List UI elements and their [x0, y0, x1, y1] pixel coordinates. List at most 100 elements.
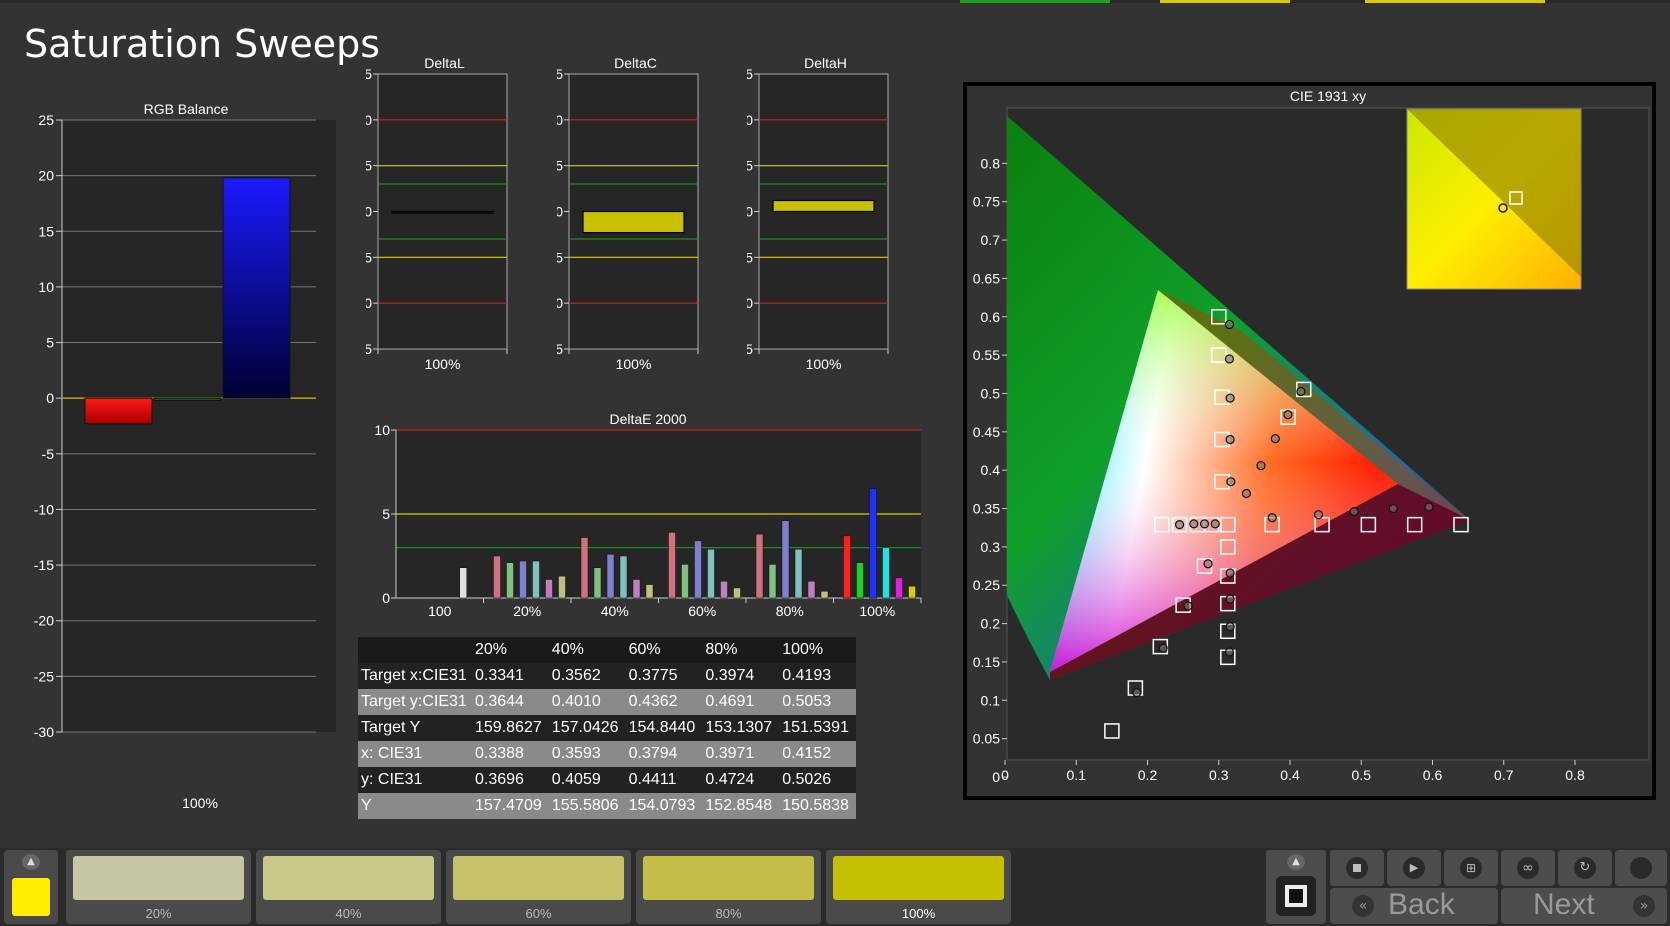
- swatch-label: 40%: [335, 906, 362, 921]
- cie-ytick-label: 0.25: [973, 577, 1000, 593]
- record-panel: ▲: [1266, 850, 1326, 924]
- swatch-button[interactable]: 40%: [256, 850, 441, 924]
- cie-ytick-label: 0.55: [973, 347, 1000, 363]
- cie-ytick-label: 0: [992, 769, 1000, 785]
- back-label: Back: [1388, 888, 1455, 921]
- measure-button[interactable]: ⊞: [1444, 850, 1498, 886]
- deltae-bar: [908, 585, 916, 599]
- delta-tick-label: -10: [366, 295, 372, 311]
- cie-measured-point: [1296, 386, 1306, 397]
- swatch-label: 20%: [145, 906, 172, 921]
- table-cell: 151.5391: [779, 715, 856, 741]
- table-cell: 154.0793: [625, 793, 703, 819]
- deltae-bar: [668, 532, 676, 599]
- cie-ytick-label: 0.4: [981, 462, 1001, 478]
- deltae-tick-label: 0: [382, 590, 390, 606]
- table-row: y: CIE31 0.3696 0.4059 0.4411 0.4724 0.5026: [358, 767, 856, 793]
- rgb-bar-blue: [222, 177, 291, 399]
- rgb-bar-green: [153, 397, 222, 401]
- cie-measured-point: [1424, 502, 1434, 512]
- rgb-tick-label: -20: [34, 613, 54, 629]
- record-icon[interactable]: [1276, 876, 1316, 916]
- loop-button[interactable]: ∞: [1501, 850, 1555, 886]
- delta-tick-label: 10: [557, 112, 563, 128]
- delta-tick-label: -5: [557, 249, 563, 265]
- delta-tick-label: -15: [557, 341, 563, 357]
- table-row: Target x:CIE31 0.3341 0.3562 0.3775 0.3974 0.…: [358, 663, 856, 689]
- extra-button[interactable]: [1615, 850, 1667, 886]
- swatch-button[interactable]: 80%: [636, 850, 821, 924]
- cie-measured-point: [1224, 647, 1235, 657]
- cie-measured-point: [1226, 477, 1236, 487]
- cie-ytick-label: 0.05: [973, 731, 1000, 747]
- cie-xtick-label: 0: [1001, 767, 1009, 783]
- back-button[interactable]: « Back: [1330, 888, 1498, 924]
- next-button[interactable]: Next »: [1501, 888, 1667, 924]
- cie-ytick-label: 0.7: [981, 232, 1001, 248]
- swatch-button[interactable]: 60%: [446, 850, 631, 924]
- rgb-tick-label: 10: [38, 279, 54, 295]
- delta-tick-label: -15: [747, 341, 753, 357]
- cie-measured-point: [1224, 319, 1235, 330]
- table-cell: 0.3593: [548, 741, 626, 767]
- deltae-bar: [856, 562, 864, 599]
- delta-xlabel: 100%: [806, 356, 842, 372]
- table-row-label: Target x:CIE31: [358, 663, 472, 689]
- swatch-color: [73, 856, 244, 900]
- delta-xlabel: 100%: [616, 356, 652, 372]
- cie-ytick-label: 0.8: [981, 155, 1001, 171]
- cie-measured-point: [1241, 488, 1251, 499]
- cie-ytick-label: 0.2: [981, 616, 1001, 632]
- table-cell: 0.3971: [702, 741, 780, 767]
- table-header-cell: 60%: [625, 637, 703, 663]
- cie-ytick-label: 0.5: [981, 385, 1001, 401]
- measurement-table: 20% 40% 60% 80% 100% Target x:CIE31 0.3341 0.35…: [358, 637, 856, 819]
- table-cell: 157.0426: [548, 715, 626, 741]
- delta-bar: [772, 199, 875, 213]
- rgb-tick-label: 20: [38, 168, 54, 184]
- rgb-tick-label: -25: [34, 668, 54, 684]
- cie-measured-point: [1256, 461, 1266, 471]
- cie-ytick-label: 0.3: [981, 539, 1001, 555]
- stop-button[interactable]: [1330, 850, 1384, 886]
- rgb-tick-label: -10: [34, 501, 54, 517]
- delta-tick-label: 5: [366, 158, 372, 174]
- refresh-button[interactable]: ↻: [1558, 850, 1612, 886]
- cie-measured-point: [1388, 503, 1398, 514]
- table-cell: 0.4059: [548, 767, 626, 793]
- cie-measured-point: [1132, 688, 1142, 698]
- refresh-icon: ↻: [1574, 857, 1596, 879]
- deltae-bar: [707, 549, 715, 599]
- table-row: x: CIE31 0.3388 0.3593 0.3794 0.3971 0.4152: [358, 741, 856, 767]
- deltae-tick-label: 5: [382, 506, 390, 522]
- table-cell: 0.4193: [779, 663, 856, 689]
- swatch-button[interactable]: 100%: [826, 850, 1011, 924]
- cie-measured-point: [1270, 434, 1280, 444]
- delta-tick-label: 10: [366, 112, 372, 128]
- swatch-color: [453, 856, 624, 900]
- play-button[interactable]: ▶: [1387, 850, 1441, 886]
- current-color-button[interactable]: ▲: [4, 850, 58, 924]
- rgb-tick-label: 5: [46, 335, 54, 351]
- rgb-tick-label: 0: [46, 390, 54, 406]
- deltac-chart: DeltaC 15 10 5 0 -5 -10 -15 100%: [557, 56, 699, 372]
- next-label: Next: [1533, 888, 1595, 921]
- rgb-tick-label: 25: [38, 112, 54, 128]
- table-header-row: 20% 40% 60% 80% 100%: [358, 637, 856, 663]
- deltae-bar: [869, 488, 877, 599]
- deltal-chart: DeltaL 15 10 5 0 -5 -10 -15 100%: [366, 56, 508, 372]
- cie-xtick-label: 0.2: [1138, 767, 1158, 783]
- rgb-balance-xlabel: 100%: [182, 795, 218, 811]
- cie-xtick-label: 0.8: [1565, 767, 1585, 783]
- swatch-button[interactable]: 20%: [66, 850, 251, 924]
- table-cell: 0.5053: [779, 689, 856, 715]
- double-left-icon: «: [1352, 895, 1374, 917]
- deltae-bar: [794, 549, 803, 599]
- rgb-bar-red: [84, 397, 153, 425]
- deltae-bar: [606, 554, 615, 599]
- chevron-up-icon[interactable]: ▲: [22, 854, 40, 870]
- rgb-tick-label: 15: [38, 223, 54, 239]
- rgb-balance-chart: RGB Balance 2520151050-5-10-15-20-25-30 …: [34, 101, 336, 811]
- chevron-up-icon[interactable]: ▲: [1287, 854, 1305, 870]
- deltae-xlabel: 100%: [859, 603, 895, 619]
